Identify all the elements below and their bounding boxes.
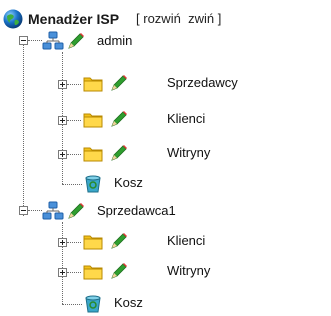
tree-line	[28, 40, 42, 41]
bracket-close: ]	[217, 11, 222, 26]
collapse-all-link[interactable]: zwiń	[188, 11, 214, 26]
folder-icon	[83, 265, 103, 280]
tree-node-witryny[interactable]: Witryny	[167, 145, 210, 161]
page-title: Menadżer ISP	[28, 11, 120, 27]
tree-line	[62, 184, 82, 185]
expand-collapse-controls: [ rozwiń zwiń ]	[136, 11, 221, 27]
expand-all-link[interactable]: rozwiń	[143, 11, 181, 26]
pencil-icon[interactable]	[107, 72, 129, 94]
pencil-icon[interactable]	[107, 108, 129, 130]
pencil-icon[interactable]	[107, 142, 129, 164]
trash-icon	[85, 175, 101, 193]
collapse-toggle[interactable]	[19, 206, 28, 215]
tree-line	[67, 154, 81, 155]
pencil-icon[interactable]	[64, 30, 86, 52]
tree-node-klienci[interactable]: Klienci	[167, 111, 205, 127]
tree-node-sprzedawca1[interactable]: Sprzedawca1	[97, 203, 176, 219]
tree-line	[62, 304, 82, 305]
tree-node-sprzedawcy[interactable]: Sprzedawcy	[167, 75, 238, 91]
expand-toggle[interactable]	[58, 268, 67, 277]
pencil-icon[interactable]	[107, 230, 129, 252]
tree-line	[62, 222, 63, 304]
expand-toggle[interactable]	[58, 116, 67, 125]
globe-icon	[3, 9, 23, 29]
pencil-icon[interactable]	[64, 200, 86, 222]
tree-line	[23, 44, 24, 216]
network-users-icon	[42, 201, 64, 220]
expand-toggle[interactable]	[58, 150, 67, 159]
tree-node-witryny[interactable]: Witryny	[167, 263, 210, 279]
tree-line	[67, 272, 81, 273]
expand-toggle[interactable]	[58, 80, 67, 89]
expand-toggle[interactable]	[58, 238, 67, 247]
folder-icon	[83, 77, 103, 92]
tree-line	[28, 210, 42, 211]
folder-icon	[83, 147, 103, 162]
tree-node-kosz[interactable]: Kosz	[114, 175, 143, 191]
tree-line	[67, 120, 81, 121]
tree-node-kosz[interactable]: Kosz	[114, 295, 143, 311]
trash-icon	[85, 295, 101, 313]
collapse-toggle[interactable]	[19, 36, 28, 45]
tree-line	[67, 84, 81, 85]
network-users-icon	[42, 31, 64, 50]
bracket-open: [	[136, 11, 140, 26]
tree-node-klienci[interactable]: Klienci	[167, 233, 205, 249]
tree-line	[67, 242, 81, 243]
pencil-icon[interactable]	[107, 260, 129, 282]
folder-icon	[83, 235, 103, 250]
tree-node-admin[interactable]: admin	[97, 33, 132, 49]
folder-icon	[83, 113, 103, 128]
